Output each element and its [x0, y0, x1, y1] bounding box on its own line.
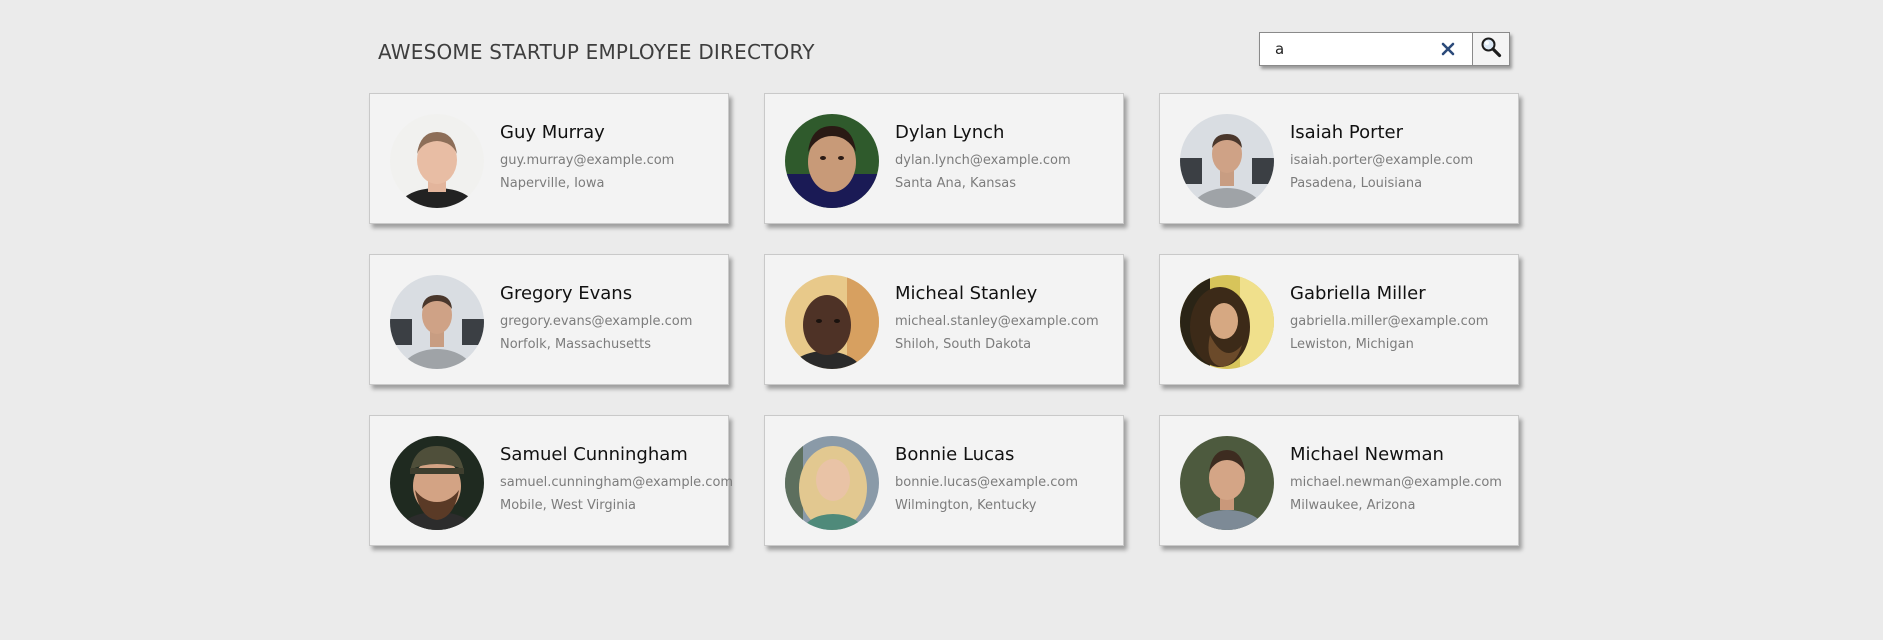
employee-email: bonnie.lucas@example.com — [895, 475, 1079, 490]
search-button[interactable] — [1473, 32, 1510, 66]
employee-card[interactable]: Michael Newman michael.newman@example.co… — [1159, 415, 1519, 546]
employee-email: samuel.cunningham@example.com — [500, 475, 734, 490]
employee-email: dylan.lynch@example.com — [895, 153, 1071, 168]
employee-location: Shiloh, South Dakota — [895, 337, 1032, 352]
employee-card[interactable]: Guy Murray guy.murray@example.com Naperv… — [369, 93, 729, 224]
close-icon[interactable] — [1440, 41, 1456, 57]
avatar — [390, 114, 484, 208]
avatar — [785, 436, 879, 530]
employee-location: Mobile, West Virginia — [500, 498, 637, 513]
employee-name: Isaiah Porter — [1290, 122, 1404, 143]
search-form — [1259, 32, 1510, 66]
employee-name: Dylan Lynch — [895, 122, 1005, 143]
employee-email: gregory.evans@example.com — [500, 314, 693, 329]
avatar — [1180, 114, 1274, 208]
employee-email: isaiah.porter@example.com — [1290, 153, 1474, 168]
avatar — [390, 436, 484, 530]
employee-directory-page: AWESOME STARTUP EMPLOYEE DIRECTORY a Guy… — [0, 0, 1883, 640]
avatar — [390, 275, 484, 369]
employee-location: Wilmington, Kentucky — [895, 498, 1037, 513]
employee-email: gabriella.miller@example.com — [1290, 314, 1489, 329]
employee-card[interactable]: Samuel Cunningham samuel.cunningham@exam… — [369, 415, 733, 546]
employee-card[interactable]: Gabriella Miller gabriella.miller@exampl… — [1159, 254, 1519, 385]
avatar — [1180, 275, 1274, 369]
employee-name: Guy Murray — [500, 122, 605, 143]
avatar — [1180, 436, 1274, 530]
search-input[interactable] — [1266, 37, 1436, 61]
employee-name: Michael Newman — [1290, 444, 1444, 465]
search-box[interactable] — [1259, 32, 1473, 66]
employee-name: Gregory Evans — [500, 283, 633, 304]
employee-card[interactable]: Isaiah Porter isaiah.porter@example.com … — [1159, 93, 1519, 224]
employee-card[interactable]: Bonnie Lucas bonnie.lucas@example.com Wi… — [764, 415, 1124, 546]
employee-name: Micheal Stanley — [895, 283, 1038, 304]
avatar — [785, 114, 879, 208]
employee-email: micheal.stanley@example.com — [895, 314, 1099, 329]
search-icon — [1480, 36, 1502, 62]
employee-email: guy.murray@example.com — [500, 153, 675, 168]
employee-location: Milwaukee, Arizona — [1290, 498, 1416, 513]
employee-name: Gabriella Miller — [1290, 283, 1426, 304]
employee-location: Santa Ana, Kansas — [895, 176, 1017, 191]
employee-name: Samuel Cunningham — [500, 444, 688, 465]
employee-card[interactable]: Gregory Evans gregory.evans@example.com … — [369, 254, 729, 385]
employee-name: Bonnie Lucas — [895, 444, 1015, 465]
employee-location: Lewiston, Michigan — [1290, 337, 1414, 352]
avatar — [785, 275, 879, 369]
employee-card[interactable]: Dylan Lynch dylan.lynch@example.com Sant… — [764, 93, 1124, 224]
employee-location: Norfolk, Massachusetts — [500, 337, 652, 352]
employee-location: Pasadena, Louisiana — [1290, 176, 1423, 191]
page-title: AWESOME STARTUP EMPLOYEE DIRECTORY — [378, 40, 815, 64]
employee-email: michael.newman@example.com — [1290, 475, 1502, 490]
employee-card[interactable]: Micheal Stanley micheal.stanley@example.… — [764, 254, 1124, 385]
employee-location: Naperville, Iowa — [500, 176, 605, 191]
